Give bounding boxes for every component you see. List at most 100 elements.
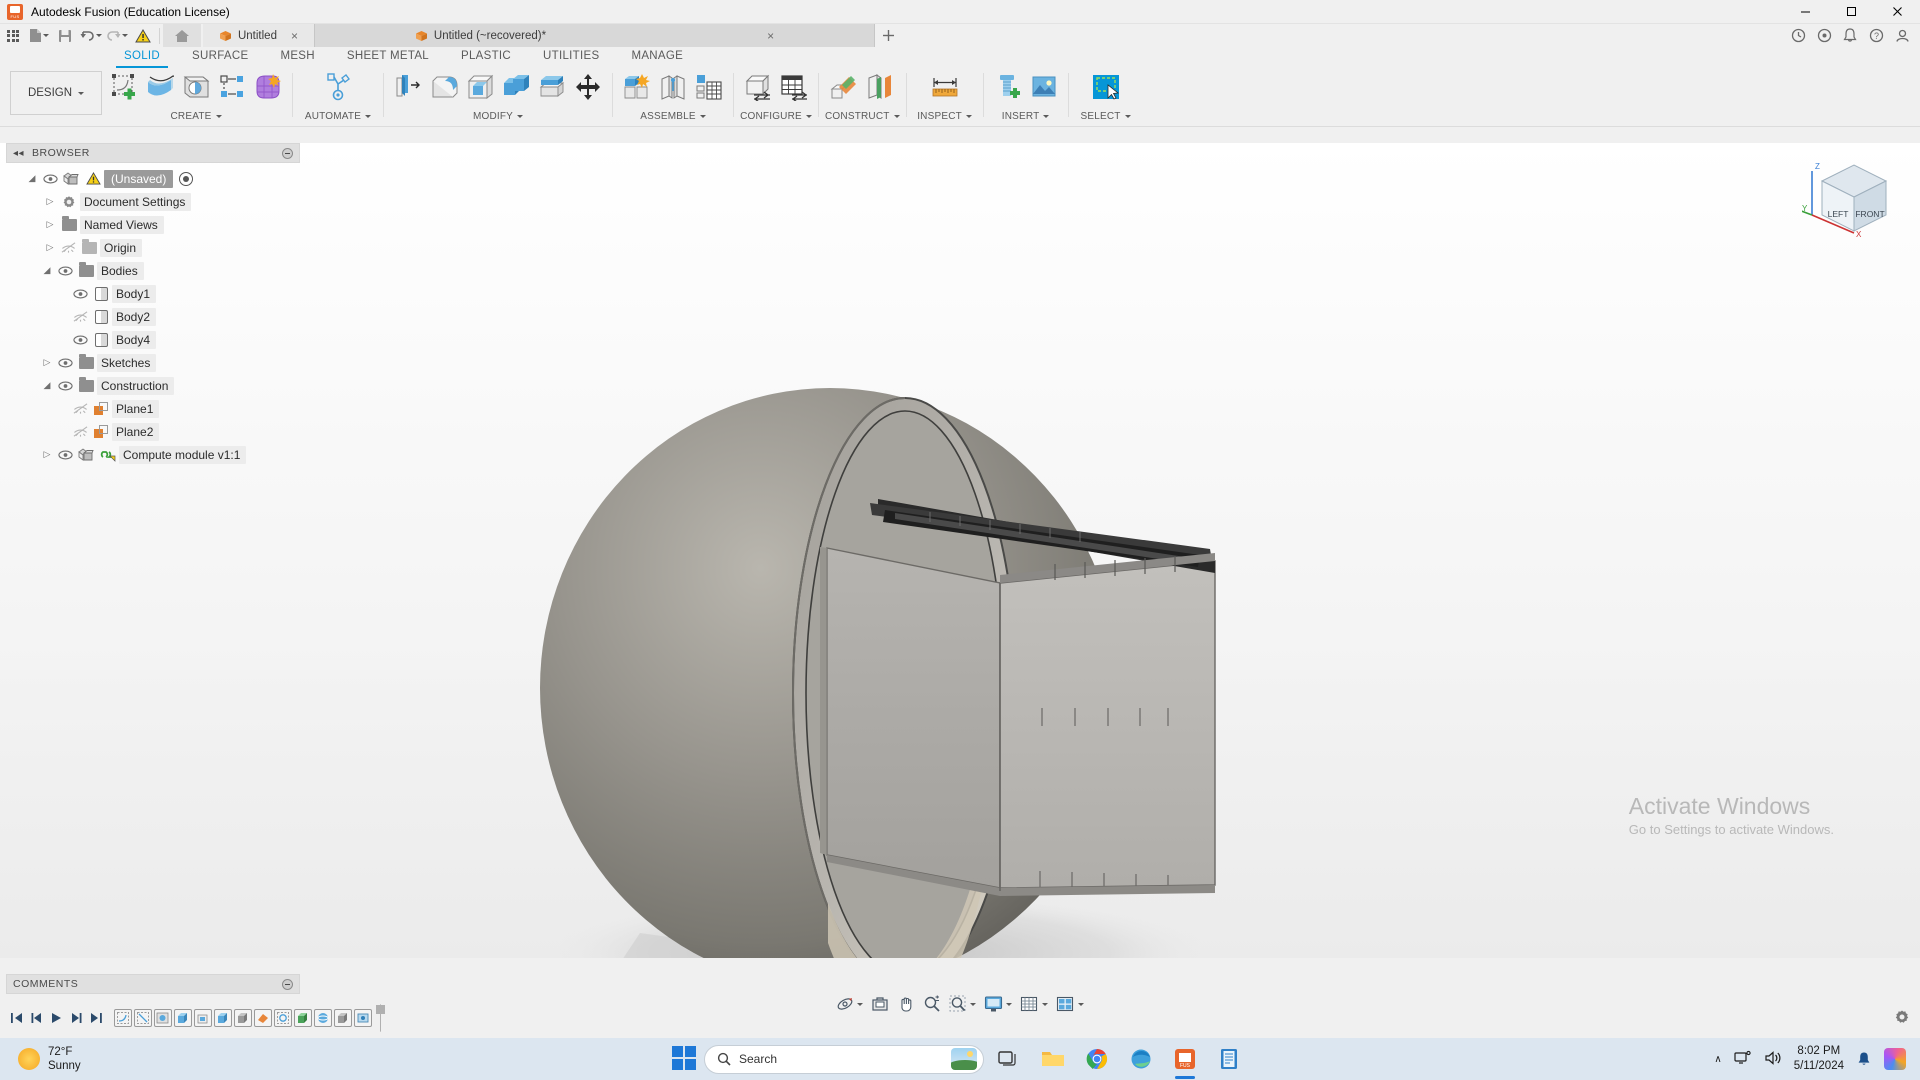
press-pull-icon[interactable] xyxy=(390,67,426,107)
timeline-feature-sphere[interactable] xyxy=(314,1009,332,1027)
tree-node-body2[interactable]: Body2 xyxy=(6,305,300,328)
tree-node-construction[interactable]: ◢ Construction xyxy=(6,374,300,397)
chrome-icon[interactable] xyxy=(1078,1042,1116,1076)
account-icon[interactable] xyxy=(1890,24,1914,47)
taskview-icon[interactable] xyxy=(990,1042,1028,1076)
timeline-feature-plane[interactable] xyxy=(254,1009,272,1027)
ribbon-panel-select-label[interactable]: SELECT xyxy=(1081,111,1131,122)
new-document-icon[interactable] xyxy=(26,24,52,47)
measure-icon[interactable] xyxy=(927,67,963,107)
comments-panel-header[interactable]: COMMENTS xyxy=(6,974,300,994)
play-icon[interactable] xyxy=(46,1007,66,1029)
app-grid-icon[interactable] xyxy=(0,24,26,47)
activate-component-icon[interactable] xyxy=(179,171,194,186)
bill-of-materials-icon[interactable] xyxy=(691,67,727,107)
loft-icon[interactable] xyxy=(142,67,178,107)
timeline-feature-shell[interactable] xyxy=(194,1009,212,1027)
offset-plane-icon[interactable] xyxy=(826,67,862,107)
configuration-table-icon[interactable] xyxy=(776,67,812,107)
ribbon-panel-construct-label[interactable]: CONSTRUCT xyxy=(825,111,900,122)
tree-node-sketches[interactable]: ▷ Sketches xyxy=(6,351,300,374)
timeline-feature-pattern[interactable] xyxy=(334,1009,352,1027)
expander-collapsed-icon[interactable]: ▷ xyxy=(42,219,58,230)
network-icon[interactable] xyxy=(1734,1050,1752,1069)
select-window-icon[interactable] xyxy=(1088,67,1124,107)
configured-feature-icon[interactable] xyxy=(740,67,776,107)
ribbon-tab-mesh[interactable]: MESH xyxy=(264,47,330,65)
timeline-feature-extrude[interactable] xyxy=(174,1009,192,1027)
ribbon-tab-plastic[interactable]: PLASTIC xyxy=(445,47,527,65)
timeline-end-marker[interactable] xyxy=(376,1005,385,1031)
tree-node-bodies[interactable]: ◢ Bodies xyxy=(6,259,300,282)
ribbon-tab-utilities[interactable]: UTILITIES xyxy=(527,47,615,65)
move-copy-icon[interactable] xyxy=(570,67,606,107)
tree-node-origin[interactable]: ▷ Origin xyxy=(6,236,300,259)
split-face-icon[interactable] xyxy=(534,67,570,107)
ribbon-tab-solid[interactable]: SOLID xyxy=(108,47,176,68)
ribbon-panel-insert-label[interactable]: INSERT xyxy=(1002,111,1050,122)
shell-icon[interactable] xyxy=(462,67,498,107)
ribbon-panel-inspect-label[interactable]: INSPECT xyxy=(917,111,972,122)
visibility-eye-icon[interactable] xyxy=(55,381,75,391)
copilot-icon[interactable] xyxy=(1884,1048,1906,1070)
redo-icon[interactable] xyxy=(104,24,130,47)
expander-collapsed-icon[interactable]: ▷ xyxy=(39,449,55,460)
visibility-eye-icon[interactable] xyxy=(40,174,60,184)
visibility-eye-hidden-icon[interactable] xyxy=(70,403,90,414)
panel-settings-icon[interactable] xyxy=(282,978,293,990)
ribbon-tab-surface[interactable]: SURFACE xyxy=(176,47,264,65)
new-component-icon[interactable] xyxy=(619,67,655,107)
ribbon-panel-modify-label[interactable]: MODIFY xyxy=(473,111,524,122)
tree-node-unsaved[interactable]: ◢ (Unsaved) xyxy=(6,167,300,190)
jump-to-beginning-icon[interactable] xyxy=(6,1007,26,1029)
timeline-feature-extrude[interactable] xyxy=(294,1009,312,1027)
timeline-feature-sketch[interactable] xyxy=(114,1009,132,1027)
revolve-icon[interactable] xyxy=(178,67,214,107)
search-input[interactable]: Search xyxy=(704,1044,984,1074)
tree-node-plane1[interactable]: Plane1 xyxy=(6,397,300,420)
combine-icon[interactable] xyxy=(498,67,534,107)
add-tab-icon[interactable] xyxy=(875,24,901,47)
edge-icon[interactable] xyxy=(1122,1042,1160,1076)
save-icon[interactable] xyxy=(52,24,78,47)
step-back-icon[interactable] xyxy=(26,1007,46,1029)
extensions-icon[interactable] xyxy=(1812,24,1836,47)
tree-node-body1[interactable]: Body1 xyxy=(6,282,300,305)
notepad-icon[interactable] xyxy=(1210,1042,1248,1076)
document-tab[interactable]: Untitled (~recovered)* × xyxy=(315,24,875,47)
insert-mcmaster-icon[interactable] xyxy=(990,67,1026,107)
expander-collapsed-icon[interactable]: ▷ xyxy=(42,242,58,253)
weather-widget[interactable]: 72°F Sunny xyxy=(0,1045,220,1073)
workspace-selector[interactable]: DESIGN xyxy=(10,71,102,115)
ribbon-tab-manage[interactable]: MANAGE xyxy=(615,47,699,65)
tree-node-plane2[interactable]: Plane2 xyxy=(6,420,300,443)
fillet-icon[interactable] xyxy=(426,67,462,107)
ribbon-tab-sheet-metal[interactable]: SHEET METAL xyxy=(331,47,445,65)
home-button[interactable] xyxy=(163,24,201,47)
visibility-eye-icon[interactable] xyxy=(70,289,90,299)
form-icon[interactable] xyxy=(250,67,286,107)
plane-through-points-icon[interactable] xyxy=(862,67,898,107)
ribbon-panel-assemble-label[interactable]: ASSEMBLE xyxy=(640,111,706,122)
expander-collapsed-icon[interactable]: ▷ xyxy=(39,357,55,368)
volume-icon[interactable] xyxy=(1764,1050,1782,1069)
warning-icon[interactable] xyxy=(130,24,156,47)
pattern-icon[interactable] xyxy=(214,67,250,107)
tree-node-named-views[interactable]: ▷ Named Views xyxy=(6,213,300,236)
visibility-eye-hidden-icon[interactable] xyxy=(70,311,90,322)
timeline-settings-icon[interactable] xyxy=(1894,1009,1910,1028)
clock[interactable]: 8:02 PM 5/11/2024 xyxy=(1794,1044,1844,1074)
close-button[interactable] xyxy=(1874,0,1920,24)
notifications-icon[interactable] xyxy=(1838,24,1862,47)
start-button[interactable] xyxy=(672,1046,698,1072)
view-cube[interactable]: Z X Y LEFT FRONT xyxy=(1795,153,1898,241)
jump-to-end-icon[interactable] xyxy=(86,1007,106,1029)
panel-settings-icon[interactable] xyxy=(282,147,293,159)
bell-icon[interactable] xyxy=(1856,1051,1872,1067)
step-forward-icon[interactable] xyxy=(66,1007,86,1029)
help-icon[interactable]: ? xyxy=(1864,24,1888,47)
timeline-feature-joint[interactable] xyxy=(354,1009,372,1027)
expander-expanded-icon[interactable]: ◢ xyxy=(24,173,40,184)
file-explorer-icon[interactable] xyxy=(1034,1042,1072,1076)
ribbon-panel-configure-label[interactable]: CONFIGURE xyxy=(740,111,812,122)
